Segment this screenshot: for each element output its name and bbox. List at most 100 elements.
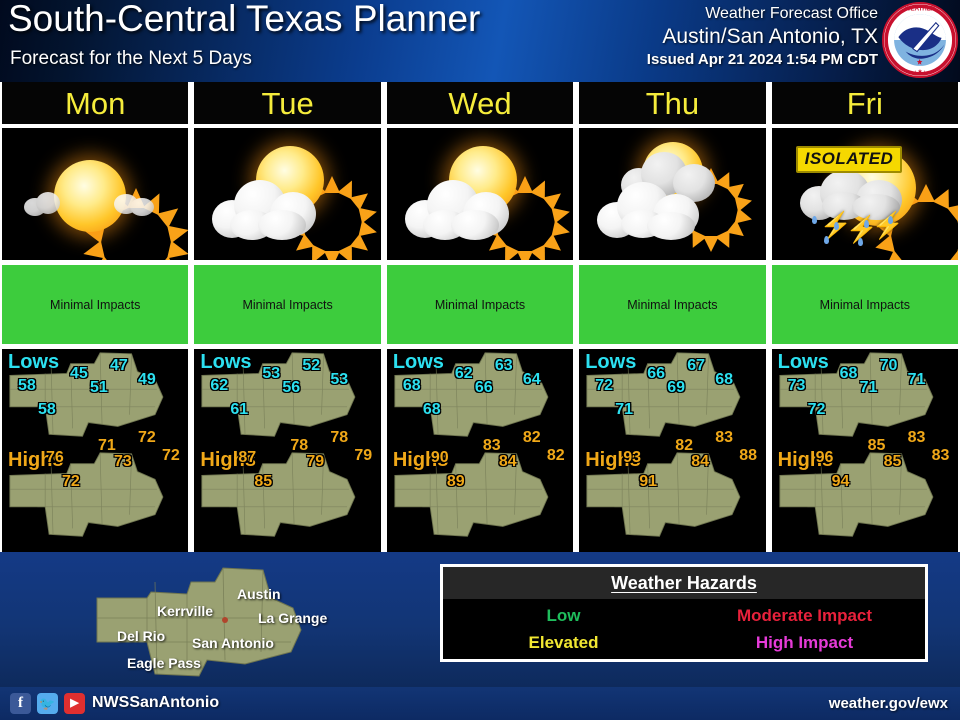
high-temp-value: 72 <box>138 429 156 446</box>
lows-label-thu: Lows <box>585 351 637 373</box>
low-temp-value: 66 <box>474 379 493 396</box>
day-name-tue: Tue <box>194 82 381 128</box>
hazards-title-bar: Weather Hazards <box>443 567 925 599</box>
city-label-la-grange: La Grange <box>258 610 328 626</box>
high-temp-value: 90 <box>430 449 449 466</box>
high-temp-value: 82 <box>546 447 565 464</box>
hazards-levels: Low Moderate Impact Elevated High Impact <box>443 599 925 655</box>
hazard-level-elevated: Elevated <box>528 633 599 652</box>
low-temp-value: 66 <box>647 365 666 382</box>
facebook-icon[interactable]: f <box>10 693 31 714</box>
low-temp-value: 51 <box>90 379 108 396</box>
low-temp-value: 62 <box>454 365 473 382</box>
high-temp-value: 83 <box>715 429 734 446</box>
temperature-panel-tue: Lows Highs 62 53 52 56 53 61 87 78 78 79 79 85 <box>194 349 381 552</box>
high-temp-value: 94 <box>831 473 850 490</box>
low-temp-value: 68 <box>402 377 421 394</box>
city-label-kerrville: Kerrville <box>157 603 214 619</box>
low-temp-value: 47 <box>110 357 128 374</box>
weather-hazards-legend: Weather Hazards Low Moderate Impact Elevat… <box>440 564 928 662</box>
high-temp-value: 72 <box>162 447 180 464</box>
low-temp-value: 68 <box>715 371 734 388</box>
high-temp-value: 79 <box>354 447 373 464</box>
low-temp-value: 49 <box>138 371 156 388</box>
impact-band-wed: Minimal Impacts <box>386 265 574 349</box>
low-temp-value: 73 <box>787 377 806 394</box>
hazard-level-moderate-impact: Moderate Impact <box>736 606 873 625</box>
page-subtitle: Forecast for the Next 5 Days <box>10 48 252 69</box>
low-temp-value: 67 <box>687 357 706 374</box>
low-temp-value: 68 <box>839 365 858 382</box>
locator-map: Austin Kerrville La Grange Del Rio San Anton… <box>95 556 365 681</box>
hazard-level-low: Low <box>546 606 581 625</box>
issued-timestamp: Issued Apr 21 2024 1:54 PM CDT <box>646 51 878 68</box>
low-temp-value: 69 <box>667 379 686 396</box>
weather-icon-cell-fri: ⚡ ⚡ ⚡ ISOLATED <box>771 128 959 265</box>
high-temp-value: 84 <box>498 453 517 470</box>
weather-icon-cell-thu <box>579 128 766 265</box>
website-url: weather.gov/ewx <box>828 695 948 712</box>
low-temp-value: 53 <box>262 365 281 382</box>
city-label-del-rio: Del Rio <box>117 628 166 644</box>
office-location: Austin/San Antonio, TX <box>662 25 878 48</box>
bottom-panel: Austin Kerrville La Grange Del Rio San Anton… <box>0 552 960 687</box>
impact-band-thu: Minimal Impacts <box>579 265 766 349</box>
high-temp-value: 79 <box>306 453 325 470</box>
day-column-thu: Thu Minimal Impacts Lows Highs 72 66 67 … <box>576 82 769 552</box>
temperature-panel-wed: Lows Highs 68 62 63 66 64 68 90 83 82 84 82 89 <box>386 349 574 552</box>
high-temp-value: 85 <box>883 453 902 470</box>
low-temp-value: 63 <box>494 357 513 374</box>
impact-band-tue: Minimal Impacts <box>194 265 381 349</box>
svg-text:· ★ ·: · ★ · <box>915 69 926 75</box>
high-temp-value: 73 <box>114 453 132 470</box>
day-column-wed: Wed Minimal Impacts Lows Highs 68 62 63 … <box>383 82 577 552</box>
day-column-mon: Mon Minimal Impacts Lows Highs 58 45 47 … <box>0 82 192 552</box>
city-label-austin: Austin <box>237 586 281 602</box>
temperature-panel-fri: Lows Highs 73 68 70 71 71 72 96 85 83 85 83 94 <box>771 349 959 552</box>
office-label: Weather Forecast Office <box>705 5 878 22</box>
low-temp-value: 72 <box>595 377 614 394</box>
low-temp-value: 56 <box>282 379 301 396</box>
day-name-mon: Mon <box>2 82 189 128</box>
day-column-tue: Tue Minimal Impacts Lows Highs 62 53 52 … <box>191 82 384 552</box>
impact-band-mon: Minimal Impacts <box>2 265 189 349</box>
low-temp-value: 52 <box>302 357 321 374</box>
twitter-icon[interactable]: 🐦 <box>37 693 58 714</box>
low-temp-value: 71 <box>615 401 634 418</box>
isolated-label: ISOLATED <box>795 146 903 173</box>
youtube-icon[interactable]: ▶ <box>64 693 85 714</box>
high-temp-value: 85 <box>254 473 273 490</box>
low-temp-value: 61 <box>230 401 249 418</box>
day-column-fri: Fri ⚡ ⚡ ⚡ ISOLATEDMinimal Impacts <box>768 82 960 552</box>
high-temp-value: 83 <box>907 429 926 446</box>
lows-label-fri: Lows <box>777 351 829 373</box>
high-temp-value: 88 <box>739 447 758 464</box>
low-temp-value: 58 <box>38 401 56 418</box>
high-temp-value: 91 <box>639 473 658 490</box>
nws-logo-icon: WEATHER · ★ · <box>882 2 958 78</box>
day-name-wed: Wed <box>386 82 574 128</box>
high-temp-value: 87 <box>238 449 257 466</box>
high-temp-value: 78 <box>330 429 349 446</box>
hazard-level-high-impact: High Impact <box>755 633 854 652</box>
hazards-title: Weather Hazards <box>611 572 757 593</box>
low-temp-value: 53 <box>330 371 349 388</box>
low-temp-value: 68 <box>422 401 441 418</box>
high-temp-value: 96 <box>815 449 834 466</box>
page-header: South-Central Texas Planner Forecast for… <box>0 0 960 82</box>
low-temp-value: 72 <box>807 401 826 418</box>
day-name-fri: Fri <box>771 82 959 128</box>
high-temp-value: 93 <box>623 449 642 466</box>
low-temp-value: 64 <box>522 371 541 388</box>
mostly-sunny-icon <box>387 128 573 260</box>
low-temp-value: 62 <box>210 377 229 394</box>
high-temp-value: 82 <box>522 429 541 446</box>
weather-icon-cell-tue <box>194 128 381 265</box>
social-handle: NWSSanAntonio <box>92 694 220 711</box>
high-temp-value: 83 <box>931 447 950 464</box>
office-info: Weather Forecast Office Austin/San Anton… <box>647 4 878 70</box>
high-temp-value: 76 <box>46 449 64 466</box>
mostly-sunny-icon <box>194 128 380 260</box>
low-temp-value: 58 <box>18 377 36 394</box>
mostly-cloudy-icon <box>579 128 765 260</box>
